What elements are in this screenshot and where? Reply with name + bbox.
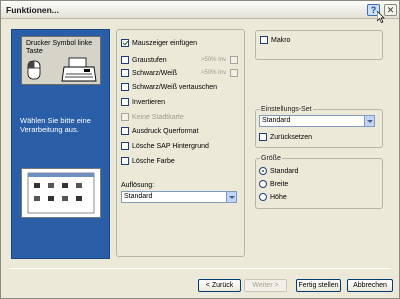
graustufen-checkbox[interactable] (121, 56, 129, 64)
printer-symbol-box: Drucker Symbol linke Taste (21, 36, 101, 85)
invertieren-checkbox[interactable] (121, 98, 129, 106)
option-querformat[interactable]: Ausdruck Querformat (121, 126, 199, 136)
zuruecksetzen-label: Zurücksetzen (270, 133, 313, 141)
makro-label: Makro (271, 36, 291, 44)
title-bar[interactable]: Funktionen... ? ✕ (1, 1, 399, 19)
standard-label: Standard (270, 167, 299, 175)
option-keine-stadtkarte: Keine Stadtkarte (121, 112, 184, 122)
zuruecksetzen-checkbox[interactable] (259, 133, 267, 141)
farbe-checkbox[interactable] (121, 157, 129, 165)
standard-radio[interactable] (259, 167, 267, 175)
mauszeiger-checkbox[interactable] (121, 39, 129, 47)
back-button[interactable]: < Zurück (198, 279, 241, 292)
einstellungs-set-value: Standard (262, 117, 291, 124)
graustufen-label: Graustufen (132, 56, 167, 64)
dropdown-arrow-icon[interactable] (226, 192, 236, 202)
option-invertieren[interactable]: Invertieren (121, 97, 165, 107)
einstellungs-set-legend: Einstellungs-Set (260, 105, 313, 114)
sap-hintergrund-checkbox[interactable] (121, 142, 129, 150)
aufloesung-label: Auflösung: (121, 182, 155, 189)
aufloesung-value: Standard (124, 193, 153, 200)
aufloesung-select[interactable]: Standard (121, 191, 237, 203)
breite-label: Breite (270, 180, 289, 188)
cancel-button[interactable]: Abbrechen (347, 279, 393, 292)
preview-thumbnail (21, 168, 101, 218)
keine-stadtkarte-label: Keine Stadtkarte (132, 113, 184, 121)
sw-vertauschen-checkbox[interactable] (121, 83, 129, 91)
mauszeiger-label: Mauszeiger einfügen (132, 39, 197, 47)
mouse-cursor-icon (377, 11, 385, 23)
sw-vertauschen-label: Schwarz/Weiß vertauschen (132, 83, 218, 91)
graustufen-invert-checkbox[interactable] (230, 56, 238, 64)
makro-checkbox[interactable] (260, 36, 268, 44)
groesse-legend: Größe (260, 154, 282, 163)
schwarzweiss-pct-label: >50% Inv (201, 70, 227, 76)
schwarzweiss-label: Schwarz/Weiß (132, 69, 177, 77)
hoehe-label: Höhe (270, 193, 287, 201)
breite-radio[interactable] (259, 180, 267, 188)
finish-button[interactable]: Fertig stellen (296, 279, 341, 292)
option-makro[interactable]: Makro (260, 35, 290, 45)
sidebar-description: Wählen Sie bitte eine Verarbeitung aus. (20, 116, 91, 134)
option-sw-vertauschen[interactable]: Schwarz/Weiß vertauschen (121, 82, 217, 92)
option-farbe[interactable]: Lösche Farbe (121, 156, 175, 166)
invertieren-label: Invertieren (132, 98, 166, 106)
graustufen-pct-label: >50% Inv (201, 57, 227, 63)
keine-stadtkarte-checkbox (121, 113, 129, 121)
dropdown-arrow-icon[interactable] (364, 116, 374, 126)
mouse-icon (27, 60, 41, 80)
radio-standard[interactable]: Standard (259, 166, 298, 176)
querformat-label: Ausdruck Querformat (132, 127, 199, 135)
footer-separator (9, 268, 391, 269)
option-schwarzweiss[interactable]: Schwarz/Weiß (121, 68, 177, 78)
radio-hoehe[interactable]: Höhe (259, 192, 287, 202)
next-button[interactable]: Weiter > (244, 279, 287, 292)
window-title: Funktionen... (6, 5, 59, 15)
einstellungs-set-select[interactable]: Standard (259, 115, 375, 127)
hoehe-radio[interactable] (259, 193, 267, 201)
schwarzweiss-checkbox[interactable] (121, 69, 129, 77)
symbol-label: Drucker Symbol linke Taste (26, 40, 93, 55)
option-mauszeiger[interactable]: Mauszeiger einfügen (121, 38, 197, 48)
radio-breite[interactable]: Breite (259, 179, 288, 189)
farbe-label: Lösche Farbe (132, 157, 175, 165)
sap-hintergrund-label: Lösche SAP Hintergrund (132, 142, 209, 150)
option-graustufen[interactable]: Graustufen (121, 55, 167, 65)
schwarzweiss-invert-checkbox[interactable] (230, 69, 238, 77)
sidebar-panel: Drucker Symbol linke Taste Wählen Sie bi… (11, 29, 110, 259)
option-sap-hintergrund[interactable]: Lösche SAP Hintergrund (121, 141, 209, 151)
dialog-window: Funktionen... ? ✕ Drucker Symbol linke T… (0, 0, 400, 299)
printer-icon (61, 57, 97, 82)
querformat-checkbox[interactable] (121, 127, 129, 135)
close-icon[interactable]: ✕ (384, 4, 397, 16)
option-zuruecksetzen[interactable]: Zurücksetzen (259, 132, 312, 142)
